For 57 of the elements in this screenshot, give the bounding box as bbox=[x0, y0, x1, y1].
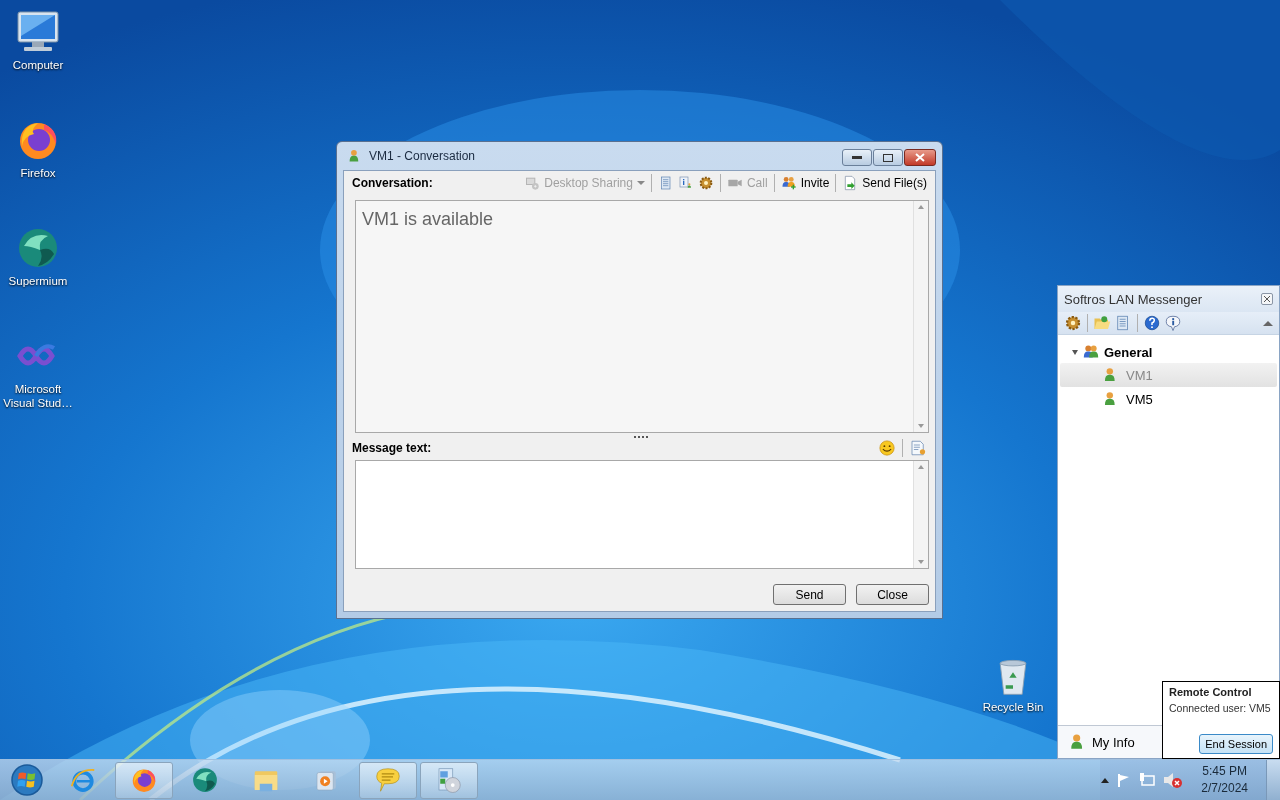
window-title: VM1 - Conversation bbox=[369, 149, 477, 163]
windows-logo-icon bbox=[9, 762, 45, 798]
close-button[interactable] bbox=[904, 149, 936, 166]
desktop-icon bbox=[524, 175, 541, 191]
settings-icon bbox=[697, 175, 714, 191]
icon-label[interactable]: Supermium bbox=[0, 274, 76, 288]
help-icon bbox=[1143, 314, 1161, 332]
close-button[interactable] bbox=[1261, 293, 1273, 305]
scrollbar[interactable] bbox=[913, 461, 928, 568]
info-icon bbox=[677, 175, 694, 191]
panel-title: Softros LAN Messenger bbox=[1064, 291, 1202, 307]
taskbar-app[interactable] bbox=[115, 761, 173, 799]
info-button[interactable] bbox=[1164, 314, 1182, 332]
splitter-handle[interactable] bbox=[633, 436, 648, 438]
close-dialog-button[interactable]: Close bbox=[856, 584, 929, 605]
maximize-button[interactable] bbox=[873, 149, 903, 166]
clock[interactable]: 5:45 PM 2/7/2024 bbox=[1191, 763, 1258, 797]
muted-speaker-icon[interactable] bbox=[1163, 772, 1184, 788]
contact-item[interactable]: VM5 bbox=[1060, 387, 1277, 411]
maximize-icon bbox=[883, 153, 893, 162]
icon-label[interactable]: Firefox bbox=[0, 166, 76, 180]
group-label[interactable]: General bbox=[1104, 344, 1153, 360]
supermium-icon bbox=[190, 765, 220, 795]
popup-text: Connected user: VM5 bbox=[1169, 702, 1272, 714]
icon-label[interactable]: Computer bbox=[0, 58, 76, 72]
end-session-button[interactable]: End Session bbox=[1199, 734, 1273, 754]
my-info-button[interactable]: My Info bbox=[1092, 734, 1135, 750]
invite-button[interactable]: Invite bbox=[778, 175, 832, 191]
close-icon bbox=[915, 153, 925, 162]
settings-icon bbox=[1064, 314, 1082, 332]
collapse-button[interactable] bbox=[1263, 320, 1273, 326]
send-button[interactable]: Send bbox=[773, 584, 846, 605]
folder-button[interactable] bbox=[1093, 314, 1111, 332]
help-button[interactable] bbox=[1143, 314, 1161, 332]
infobubble-icon bbox=[1164, 314, 1182, 332]
smiley-icon bbox=[878, 439, 896, 457]
expander-icon[interactable] bbox=[1072, 349, 1078, 355]
status-message: VM1 is available bbox=[361, 208, 495, 231]
minimize-icon bbox=[852, 155, 862, 160]
taskbar-app[interactable] bbox=[420, 761, 478, 799]
message-label: Message text: bbox=[352, 441, 432, 455]
sendfile-button[interactable]: Send File(s) bbox=[840, 175, 929, 191]
note-icon bbox=[909, 439, 927, 457]
close-icon bbox=[1262, 294, 1272, 304]
settings-button[interactable] bbox=[1064, 314, 1082, 332]
network-icon[interactable] bbox=[1139, 773, 1156, 787]
conversation-label: Conversation: bbox=[352, 176, 433, 190]
message-input[interactable] bbox=[355, 460, 929, 569]
icon-label[interactable]: Recycle Bin bbox=[975, 700, 1051, 714]
folder-icon bbox=[1093, 314, 1111, 332]
invite-icon bbox=[780, 175, 797, 191]
popup-title: Remote Control bbox=[1169, 686, 1253, 698]
show-desktop-button[interactable] bbox=[1266, 760, 1280, 800]
show-hidden-icons-button[interactable] bbox=[1101, 777, 1110, 783]
icon-label[interactable]: Microsoft Visual Stud… bbox=[0, 382, 76, 410]
minimize-button[interactable] bbox=[842, 149, 872, 166]
emoji-button[interactable] bbox=[876, 439, 898, 457]
